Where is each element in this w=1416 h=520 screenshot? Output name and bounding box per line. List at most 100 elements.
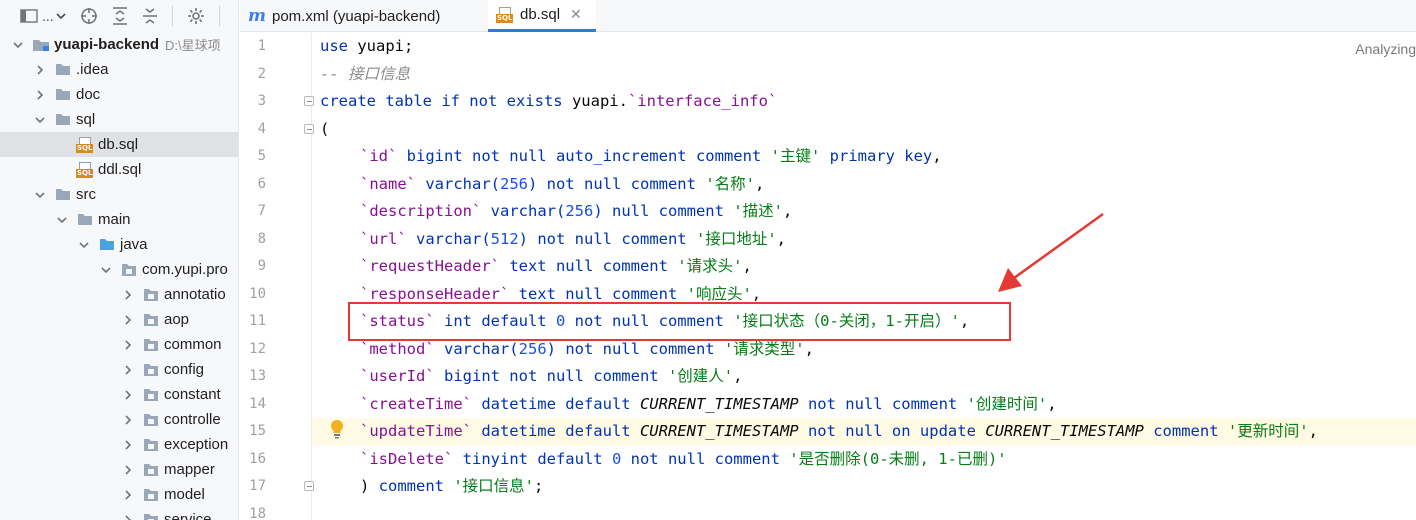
project-panel: ... yuapi-backend D:\星球项 .idea doc sql SQL d…	[0, 0, 239, 520]
token-plain: ,	[782, 202, 793, 220]
token-kw: text null comment	[509, 284, 687, 303]
tree-item-constant[interactable]: constant	[0, 382, 238, 407]
tree-item-doc[interactable]: doc	[0, 82, 238, 107]
package-icon	[142, 287, 160, 303]
tree-item-config[interactable]: config	[0, 357, 238, 382]
tree-item-main[interactable]: main	[0, 207, 238, 232]
folder-icon	[54, 87, 72, 103]
project-view-selector[interactable]: ...	[20, 6, 66, 26]
tree-item-label: .idea	[76, 61, 109, 78]
tree-item-mapper[interactable]: mapper	[0, 457, 238, 482]
line-number: 17	[249, 478, 266, 494]
toolbar-divider	[171, 6, 173, 26]
code-line-4[interactable]: (	[312, 116, 1416, 143]
code-line-1[interactable]: use yuapi;	[312, 33, 1416, 60]
code-line-14[interactable]: `createTime` datetime default CURRENT_TI…	[312, 391, 1416, 418]
editor-tab-bar: m pom.xml (yuapi-backend) SQL db.sql ✕	[240, 0, 1416, 32]
chevron-right-icon[interactable]	[120, 412, 136, 428]
gear-icon[interactable]	[187, 6, 205, 26]
tree-item-src[interactable]: src	[0, 182, 238, 207]
chevron-right-icon[interactable]	[120, 287, 136, 303]
line-number: 16	[249, 450, 266, 467]
token-kw: use	[320, 37, 348, 55]
chevron-right-icon[interactable]	[32, 87, 48, 103]
chevron-right-icon[interactable]	[120, 337, 136, 353]
code-line-2[interactable]: -- 接口信息	[312, 61, 1416, 88]
chevron-right-icon[interactable]	[120, 512, 136, 520]
chevron-down-icon[interactable]	[98, 262, 114, 278]
token-cmt: -- 接口信息	[320, 64, 410, 83]
tree-item-java[interactable]: java	[0, 232, 238, 257]
tree-item-model[interactable]: model	[0, 482, 238, 507]
token-bt: `createTime`	[360, 394, 472, 413]
package-icon	[142, 437, 160, 453]
chevron-down-icon[interactable]	[32, 112, 48, 128]
lightbulb-icon[interactable]	[328, 419, 346, 439]
sql-file-icon: SQL	[496, 6, 514, 23]
locate-icon[interactable]	[80, 6, 98, 26]
line-number: 7	[257, 203, 266, 219]
code-line-13[interactable]: `userId` bigint not null comment '创建人',	[312, 363, 1416, 390]
code-line-text: use yuapi;	[320, 33, 413, 60]
chevron-right-icon[interactable]	[32, 62, 48, 78]
code-line-16[interactable]: `isDelete` tinyint default 0 not null co…	[312, 446, 1416, 473]
token-plain: ,	[804, 339, 814, 358]
folder-icon	[54, 62, 72, 78]
collapse-all-icon[interactable]	[142, 6, 158, 26]
tab-db-sql[interactable]: SQL db.sql ✕	[488, 0, 596, 32]
tree-item-idea[interactable]: .idea	[0, 57, 238, 82]
annotation-highlight-box	[348, 302, 1011, 341]
chevron-down-icon[interactable]	[10, 37, 26, 53]
chevron-down-icon[interactable]	[54, 212, 70, 228]
line-number: 8	[257, 230, 266, 247]
chevron-right-icon[interactable]	[120, 462, 136, 478]
code-line-6[interactable]: `name` varchar(256) not null comment '名称…	[312, 171, 1416, 198]
chevron-down-icon[interactable]	[76, 237, 92, 253]
line-number: 14	[249, 395, 266, 412]
token-plain: ,	[932, 147, 942, 165]
code-line-text: ) comment '接口信息';	[320, 473, 543, 500]
chevron-right-icon[interactable]	[120, 387, 136, 403]
token-num: 256	[500, 174, 528, 193]
project-view-label: ...	[42, 8, 54, 24]
tree-item-common[interactable]: common	[0, 332, 238, 357]
token-str: '是否删除(0-未删, 1-已删)'	[789, 449, 1007, 468]
line-number: 4	[257, 120, 266, 137]
code-line-3[interactable]: create table if not exists yuapi.`interf…	[312, 88, 1416, 115]
code-editor[interactable]: 1 2 3 4 5 6 7 8 9 10 11 12 13 14 15 16 17 18 use yuapi; --…	[240, 33, 1416, 520]
code-line-17[interactable]: ) comment '接口信息';	[312, 473, 1416, 500]
close-icon[interactable]: ✕	[570, 6, 582, 23]
token-str: '请求头'	[677, 257, 743, 275]
token-kw: varchar(	[434, 339, 519, 358]
package-icon	[142, 387, 160, 403]
tab-pom-xml[interactable]: m pom.xml (yuapi-backend)	[240, 0, 486, 32]
tree-item-controlle[interactable]: controlle	[0, 407, 238, 432]
tree-item-annotatio[interactable]: annotatio	[0, 282, 238, 307]
tree-item-aop[interactable]: aop	[0, 307, 238, 332]
tree-item-sql[interactable]: sql	[0, 107, 238, 132]
expand-all-icon[interactable]	[112, 6, 128, 26]
tab-label: db.sql	[520, 6, 561, 23]
tree-item-service[interactable]: service	[0, 507, 238, 520]
tree-item-ddl-sql[interactable]: SQL ddl.sql	[0, 157, 238, 182]
token-str: '描述'	[733, 202, 783, 220]
code-line-9[interactable]: `requestHeader` text null comment '请求头',	[312, 253, 1416, 280]
tree-item-db-sql[interactable]: SQL db.sql	[0, 132, 238, 157]
chevron-right-icon[interactable]	[120, 362, 136, 378]
code-line-7[interactable]: `description` varchar(256) null comment …	[312, 198, 1416, 225]
chevron-right-icon[interactable]	[120, 487, 136, 503]
package-icon	[142, 487, 160, 503]
code-line-15[interactable]: `updateTime` datetime default CURRENT_TI…	[312, 418, 1416, 445]
chevron-right-icon[interactable]	[120, 312, 136, 328]
code-line-18[interactable]	[312, 501, 1416, 520]
tree-item-label: com.yupi.pro	[142, 261, 228, 278]
tree-item-com-yupi-pro[interactable]: com.yupi.pro	[0, 257, 238, 282]
token-ital: CURRENT_TIMESTAMP	[639, 394, 799, 413]
code-line-8[interactable]: `url` varchar(512) not null comment '接口地…	[312, 226, 1416, 253]
chevron-down-icon[interactable]	[32, 187, 48, 203]
chevron-right-icon[interactable]	[120, 437, 136, 453]
tree-root[interactable]: yuapi-backend D:\星球项	[0, 32, 238, 57]
tree-item-exception[interactable]: exception	[0, 432, 238, 457]
code-line-5[interactable]: `id` bigint not null auto_increment comm…	[312, 143, 1416, 170]
